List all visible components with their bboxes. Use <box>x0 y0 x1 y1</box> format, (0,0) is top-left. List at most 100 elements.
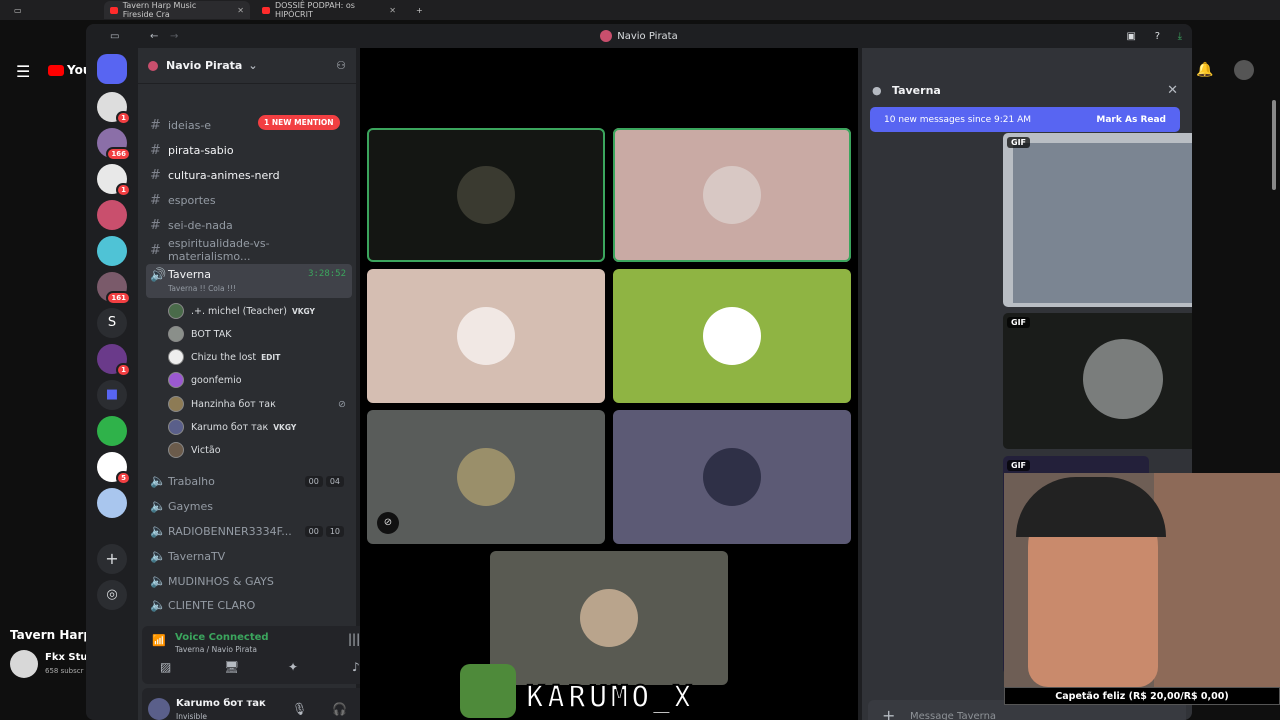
speaker-icon: 🔈 <box>150 473 167 489</box>
server-boost-icon <box>148 60 158 71</box>
browser-tab-youtube[interactable]: Tavern Harp Music Fireside Cra ✕ <box>104 1 250 19</box>
voice-channel-taverna[interactable]: 🔊 Taverna 3:28:52 Taverna !! Cola !!! <box>146 264 352 298</box>
username[interactable]: Karumo бот так <box>176 698 266 709</box>
channel-pirata-sabio[interactable]: # pirata-sabio <box>146 139 352 161</box>
voice-member[interactable]: BOT TAK <box>168 323 231 345</box>
channel-esportes[interactable]: # esportes <box>146 189 352 211</box>
gif-badge: GIF <box>1007 460 1031 471</box>
avatar <box>580 589 638 647</box>
avatar <box>168 326 184 342</box>
server-icon-s[interactable]: S <box>97 308 127 338</box>
discord-home-icon[interactable] <box>97 54 127 84</box>
channel-espiritualidade[interactable]: # espiritualidade-vs-materialismo... <box>146 237 352 263</box>
browser-tab-podpah[interactable]: DOSSIÊ PODPAH: os HIPÓCRIT ✕ <box>256 1 402 19</box>
voice-channel-gaymes[interactable]: 🔈 Gaymes <box>146 495 352 517</box>
sidebar-toggle-icon[interactable]: ▭ <box>8 1 28 19</box>
back-arrow-icon[interactable]: ← <box>150 31 158 42</box>
mark-as-read-button[interactable]: Mark As Read <box>1096 115 1166 125</box>
participant-tile[interactable]: ⊘ <box>367 410 605 544</box>
voice-channel-trabalho[interactable]: 🔈 Trabalho 00 04 <box>146 470 352 492</box>
voice-channel-mudinhos[interactable]: 🔈 MUDINHOS & GAYS <box>146 570 352 592</box>
server-icon <box>600 30 613 42</box>
speaker-icon: 🔊 <box>150 268 167 283</box>
voice-member[interactable]: Victão <box>168 439 221 461</box>
menu-icon[interactable]: ☰ <box>16 62 30 81</box>
activities-icon[interactable]: ✦ <box>288 660 298 674</box>
participant-tile[interactable] <box>613 128 851 262</box>
participant-tile[interactable] <box>367 269 605 403</box>
server-icon[interactable] <box>97 416 127 446</box>
inbox-icon[interactable]: ▣ <box>1127 31 1136 42</box>
voice-member[interactable]: Karumo бот так VKGY <box>168 416 296 438</box>
speaker-icon: 🔈 <box>150 573 167 589</box>
server-rail: 1 166 1 161 S 1 ■ 5 + ◎ <box>86 48 138 720</box>
close-tab-icon[interactable]: ✕ <box>237 6 244 15</box>
folder-icon[interactable]: ■ <box>97 380 127 410</box>
chat-header: ● Taverna ✕ <box>862 78 1192 102</box>
account-avatar[interactable] <box>1234 60 1254 80</box>
channel-sei-de-nada[interactable]: # sei-de-nada <box>146 214 352 236</box>
screen-share-icon[interactable]: 🖥 <box>224 660 239 674</box>
server-icon[interactable]: 1 <box>97 344 131 377</box>
member-tag: EDIT <box>261 352 281 362</box>
server-icon[interactable] <box>97 200 127 230</box>
voice-call-grid: ⊘ <box>360 48 858 720</box>
soundboard-icon[interactable]: ♪ <box>352 660 360 674</box>
voice-channel-radio[interactable]: 🔈 RADIOBENNER3334F... 00 10 <box>146 520 352 542</box>
participant-tile[interactable] <box>490 551 728 685</box>
avatar[interactable] <box>148 698 170 720</box>
new-mention-pill[interactable]: 1 NEW MENTION <box>258 115 340 130</box>
voice-status-title[interactable]: Voice Connected <box>175 632 269 643</box>
server-icon[interactable]: 161 <box>97 272 131 305</box>
server-icon[interactable] <box>97 236 127 266</box>
notifications-icon[interactable]: 🔔 <box>1196 62 1213 78</box>
download-icon[interactable]: ⤓ <box>1178 31 1182 42</box>
close-icon[interactable]: ✕ <box>1167 83 1178 98</box>
voice-channel-cliente-claro[interactable]: 🔈 CLIENTE CLARO <box>146 594 352 616</box>
voice-member[interactable]: Hanzinha бот так ⊘ <box>168 393 346 415</box>
avatar <box>168 372 184 388</box>
dm-avatar[interactable]: 1 <box>97 92 131 125</box>
noise-suppression-icon[interactable]: ||| <box>348 632 360 646</box>
discover-icon[interactable]: ◎ <box>97 580 127 610</box>
participant-tile[interactable] <box>613 410 851 544</box>
invite-people-icon[interactable]: ⚇ <box>336 59 346 72</box>
gif-message[interactable]: GIF <box>1003 133 1192 307</box>
new-messages-bar[interactable]: 10 new messages since 9:21 AM Mark As Re… <box>870 107 1180 132</box>
camera-off-icon[interactable]: ▨ <box>160 660 171 674</box>
voice-member[interactable]: Chizu the lost EDIT <box>168 346 280 368</box>
participant-tile[interactable] <box>613 269 851 403</box>
server-icon[interactable]: 166 <box>97 128 131 161</box>
help-icon[interactable]: ? <box>1155 31 1160 42</box>
add-attachment-icon[interactable]: + <box>882 706 895 720</box>
headphones-icon[interactable]: 🎧 <box>332 702 347 716</box>
window-icon[interactable]: ▭ <box>110 31 119 42</box>
server-icon[interactable] <box>97 488 127 518</box>
guild-header[interactable]: Navio Pirata ⌄ ⚇ <box>138 48 356 84</box>
participant-tile[interactable] <box>367 128 605 262</box>
voice-channel-tavernatv[interactable]: 🔈 TavernaTV <box>146 545 352 567</box>
voice-status-location[interactable]: Taverna / Navio Pirata <box>175 645 257 654</box>
chat-bubble-icon: ● <box>872 83 882 97</box>
speaker-icon: 🔈 <box>150 548 167 564</box>
server-icon[interactable]: 5 <box>97 452 131 485</box>
voice-member[interactable]: goonfemio <box>168 369 242 391</box>
speaker-icon: 🔈 <box>150 498 167 514</box>
microphone-icon[interactable]: 🎙 <box>292 702 307 716</box>
close-tab-icon[interactable]: ✕ <box>389 6 396 15</box>
scrollbar[interactable] <box>1272 100 1276 190</box>
gif-message[interactable]: GIF <box>1003 313 1192 449</box>
avatar <box>168 303 184 319</box>
channel-cultura-animes-nerd[interactable]: # cultura-animes-nerd <box>146 164 352 186</box>
forward-arrow-icon[interactable]: → <box>170 31 178 42</box>
add-server-icon[interactable]: + <box>97 544 127 574</box>
gif-badge: GIF <box>1007 317 1031 328</box>
new-tab-icon[interactable]: + <box>410 1 429 19</box>
channel-avatar[interactable] <box>10 650 38 678</box>
youtube-logo[interactable]: You <box>48 63 91 77</box>
hash-icon: # <box>150 242 161 258</box>
voice-member[interactable]: .+. michel (Teacher) VKGY <box>168 300 315 322</box>
server-icon[interactable]: 1 <box>97 164 131 197</box>
muted-icon: ⊘ <box>377 512 399 534</box>
discord-titlebar: ▭ ← → Navio Pirata ▣ ? ⤓ <box>86 24 1192 48</box>
